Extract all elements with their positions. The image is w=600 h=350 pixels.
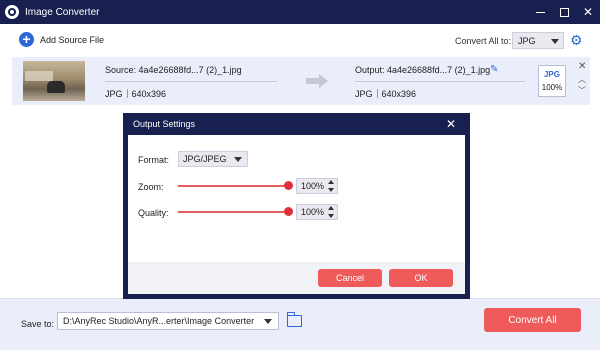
output-filename: Output: 4a4e26688fd...7 (2)_1.jpg — [355, 65, 491, 75]
chevron-down-icon — [234, 157, 242, 162]
quality-label: Quality: — [138, 208, 169, 218]
dialog-body: Format: JPG/JPEG Zoom: 100% Quality: 100… — [128, 135, 465, 294]
zoom-value: 100% — [301, 181, 325, 191]
quality-stepper[interactable]: 100% — [296, 204, 338, 220]
ok-button[interactable]: OK — [389, 269, 453, 287]
convert-all-format-select[interactable]: JPG — [512, 32, 564, 49]
minimize-icon — [535, 11, 545, 13]
chevron-up-icon[interactable] — [328, 206, 334, 210]
gear-icon[interactable]: ⚙ — [570, 33, 584, 47]
close-icon[interactable]: ✕ — [446, 118, 456, 130]
output-meta: JPG 640x396 — [355, 89, 416, 99]
output-settings-dialog: Output Settings ✕ Format: JPG/JPEG Zoom:… — [123, 113, 470, 299]
source-divider — [105, 81, 277, 82]
quality-slider[interactable] — [178, 207, 293, 217]
title-bar: Image Converter ✕ — [0, 0, 600, 24]
dialog-header: Output Settings — [123, 113, 470, 135]
bottom-bar: Save to: D:\AnyRec Studio\AnyR...erter\I… — [0, 298, 600, 350]
zoom-label: Zoom: — [138, 182, 164, 192]
save-path-select[interactable]: D:\AnyRec Studio\AnyR...erter\Image Conv… — [57, 312, 279, 330]
chevron-down-icon — [264, 319, 272, 324]
remove-file-icon[interactable]: ✕ — [578, 61, 586, 72]
format-select[interactable]: JPG/JPEG — [178, 151, 248, 167]
source-meta: JPG 640x396 — [105, 89, 166, 99]
format-value: JPG/JPEG — [183, 154, 227, 164]
output-divider — [355, 81, 525, 82]
file-list-item: Source: 4a4e26688fd...7 (2)_1.jpg JPG 640… — [12, 57, 590, 105]
format-label: Format: — [138, 155, 170, 165]
chevron-down-icon[interactable] — [328, 188, 334, 192]
output-format-badge[interactable]: JPG 100% — [538, 65, 566, 97]
app-logo-icon — [5, 5, 19, 19]
chevron-up-icon[interactable] — [328, 180, 334, 184]
cancel-button[interactable]: Cancel — [318, 269, 382, 287]
zoom-slider[interactable] — [178, 181, 293, 191]
arrow-right-icon — [306, 74, 328, 88]
edit-icon[interactable]: ✎ — [490, 64, 498, 75]
source-filename: Source: 4a4e26688fd...7 (2)_1.jpg — [105, 65, 242, 75]
quality-slider-track — [178, 211, 288, 213]
badge-quality: 100% — [541, 83, 563, 92]
chevron-down-icon[interactable]: ﹀ — [578, 85, 586, 96]
zoom-stepper[interactable]: 100% — [296, 178, 338, 194]
dialog-title: Output Settings — [133, 119, 196, 129]
minimize-button[interactable] — [528, 0, 552, 24]
close-window-button[interactable]: ✕ — [576, 0, 600, 24]
quality-slider-handle[interactable] — [284, 207, 293, 216]
window-controls: ✕ — [528, 0, 600, 24]
badge-format: JPG — [543, 70, 560, 79]
add-source-label: Add Source File — [40, 34, 105, 45]
source-dims: 640x396 — [131, 89, 167, 99]
chevron-down-icon[interactable] — [328, 214, 334, 218]
add-source-file-button[interactable]: + Add Source File — [19, 32, 104, 47]
image-thumbnail — [23, 61, 85, 101]
source-format: JPG — [105, 89, 123, 99]
zoom-slider-track — [178, 185, 288, 187]
folder-icon[interactable] — [287, 312, 302, 327]
plus-icon: + — [19, 32, 34, 47]
chevron-down-icon — [551, 39, 559, 44]
convert-all-to-label: Convert All to: — [455, 36, 512, 46]
maximize-button[interactable] — [552, 0, 576, 24]
chevron-up-icon[interactable]: ︿ — [578, 74, 586, 85]
save-path-value: D:\AnyRec Studio\AnyR...erter\Image Conv… — [63, 316, 255, 326]
toolbar: + Add Source File Convert All to: JPG ⚙ — [0, 24, 600, 57]
convert-all-button[interactable]: Convert All — [484, 308, 581, 332]
maximize-icon — [559, 7, 569, 17]
output-format: JPG — [355, 89, 373, 99]
output-dims: 640x396 — [381, 89, 417, 99]
close-icon: ✕ — [582, 5, 594, 19]
window-title: Image Converter — [25, 6, 100, 18]
quality-value: 100% — [301, 207, 325, 217]
zoom-slider-handle[interactable] — [284, 181, 293, 190]
save-to-label: Save to: — [21, 319, 55, 329]
convert-all-format-value: JPG — [518, 35, 536, 46]
